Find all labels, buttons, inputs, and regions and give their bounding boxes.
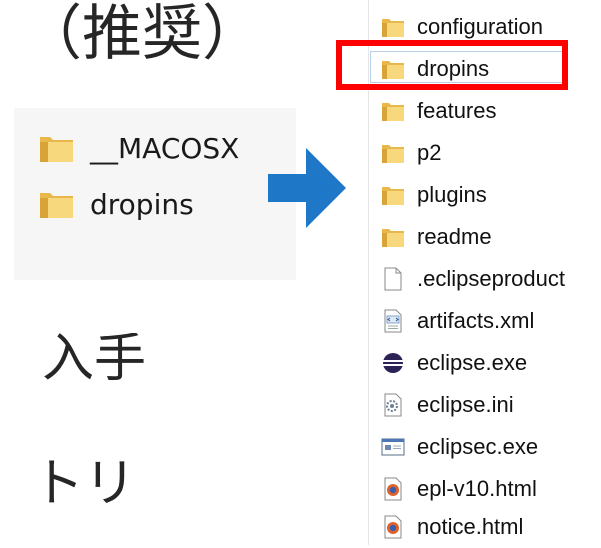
list-item-label: epl-v10.html	[417, 476, 537, 501]
list-item[interactable]: eclipsec.exe	[369, 426, 601, 468]
zip-item-macosx[interactable]: __MACOSX	[38, 126, 239, 170]
list-item[interactable]: notice.html	[369, 506, 601, 548]
list-item-label: features	[417, 98, 497, 123]
list-item[interactable]: .eclipseproduct	[369, 258, 601, 300]
slide-title-fragment: （推奨）	[22, 0, 262, 69]
list-item-label: p2	[417, 140, 442, 165]
list-item-label: plugins	[417, 182, 487, 207]
list-item-label: eclipse.exe	[417, 350, 528, 375]
list-item[interactable]: p2	[369, 132, 601, 174]
folder-icon	[382, 187, 404, 205]
arrow-right-icon	[268, 148, 346, 228]
folder-icon	[382, 103, 404, 121]
list-item[interactable]: eclipse.ini	[369, 384, 601, 426]
folder-icon	[382, 145, 404, 163]
ini-file-icon	[384, 393, 402, 417]
html-file-icon	[384, 477, 402, 501]
zip-contents-panel: __MACOSX dropins	[14, 108, 296, 280]
list-item-label: artifacts.xml	[417, 308, 535, 333]
blank-file-icon	[384, 267, 402, 291]
list-item[interactable]: artifacts.xml	[369, 300, 601, 342]
list-item[interactable]: features	[369, 90, 601, 132]
list-item-label: eclipsec.exe	[417, 434, 539, 459]
eclipse-exe-icon	[383, 353, 403, 373]
xml-file-icon	[384, 309, 402, 333]
list-item-label: notice.html	[417, 514, 524, 539]
zip-item-dropins[interactable]: dropins	[38, 182, 194, 226]
slide-text-fragment-2: トリ	[31, 458, 136, 510]
list-item[interactable]: eclipse.exe	[369, 342, 601, 384]
highlight-box	[336, 40, 568, 90]
list-item-label: eclipse.ini	[417, 392, 514, 417]
list-item-label: readme	[417, 224, 492, 249]
folder-icon	[382, 19, 404, 37]
console-exe-icon	[381, 438, 405, 456]
list-item[interactable]: readme	[369, 216, 601, 258]
folder-icon	[382, 229, 404, 247]
list-item-label: configuration	[417, 14, 543, 39]
folder-icon	[40, 193, 73, 218]
list-item[interactable]: plugins	[369, 174, 601, 216]
list-item[interactable]: epl-v10.html	[369, 468, 601, 510]
list-item-label: .eclipseproduct	[417, 266, 565, 291]
folder-icon	[40, 137, 73, 162]
zip-item-label: __MACOSX	[90, 131, 240, 165]
zip-item-label: dropins	[90, 187, 194, 221]
html-file-icon	[384, 515, 402, 539]
slide-text-fragment-1: 入手	[41, 333, 146, 385]
